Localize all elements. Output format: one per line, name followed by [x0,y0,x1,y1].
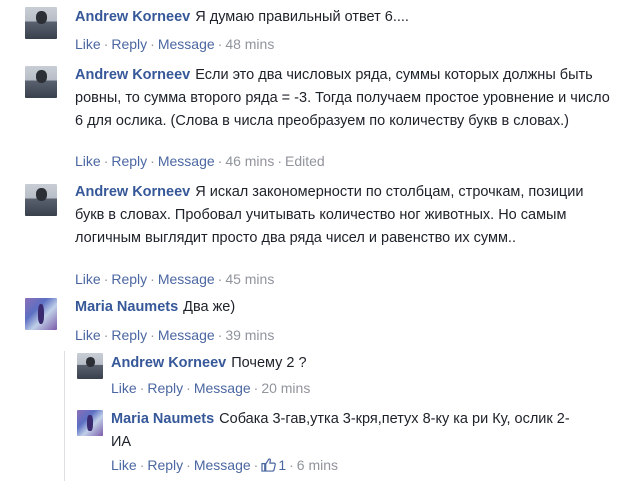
avatar[interactable] [25,184,57,216]
author-name[interactable]: Maria Naumets [111,411,214,427]
message-link[interactable]: Message [194,457,251,473]
author-name[interactable]: Maria Naumets [75,299,178,315]
comment-body: Andrew Korneev Я искал закономерности по … [75,181,610,250]
timestamp[interactable]: 6 mins [297,457,338,473]
comment-actions: Like · Reply · Message · 46 mins · Edited [75,151,325,171]
author-name[interactable]: Andrew Korneev [75,9,190,25]
reply-link[interactable]: Reply [111,327,147,343]
like-link[interactable]: Like [75,36,101,52]
comment-text: Я думаю правильный ответ 6.... [195,9,409,25]
separator: · [186,380,191,396]
comment-body: Maria Naumets Два же) [75,296,610,319]
avatar[interactable] [77,353,103,379]
separator: · [150,36,155,52]
reply-body: Andrew Korneev Почему 2 ? [111,352,611,375]
comment-actions: Like · Reply · Message · 45 mins [75,269,274,289]
reply-link[interactable]: Reply [147,380,183,396]
reply-body: Maria Naumets Собака 3-гав,утка 3-кря,пет… [111,408,591,454]
separator: · [277,153,283,169]
author-name[interactable]: Andrew Korneev [111,355,226,371]
timestamp[interactable]: 45 mins [225,271,274,287]
like-link[interactable]: Like [111,457,137,473]
comment-body: Andrew Korneev Я думаю правильный ответ 6… [75,6,625,29]
reply-link[interactable]: Reply [147,457,183,473]
avatar[interactable] [77,410,103,436]
separator: · [103,271,109,287]
reply-actions: Like · Reply · Message · 20 mins [111,378,310,398]
avatar[interactable] [25,66,57,98]
timestamp[interactable]: 20 mins [261,380,310,396]
like-link[interactable]: Like [75,153,101,169]
like-link[interactable]: Like [75,327,101,343]
author-name[interactable]: Andrew Korneev [75,184,190,200]
timestamp[interactable]: 39 mins [225,327,274,343]
separator: · [253,457,259,473]
message-link[interactable]: Message [158,327,215,343]
author-name[interactable]: Andrew Korneev [75,67,190,83]
message-link[interactable]: Message [158,153,215,169]
separator: · [186,457,191,473]
separator: · [217,36,223,52]
message-link[interactable]: Message [158,36,215,52]
avatar[interactable] [25,298,57,330]
comment-actions: Like · Reply · Message · 39 mins [75,325,274,345]
like-count[interactable]: 1 [261,457,286,473]
comment-body: Andrew Korneev Если это два числовых ряда… [75,64,610,133]
separator: · [289,457,294,473]
separator: · [139,380,145,396]
separator: · [103,327,109,343]
reply-actions: Like · Reply · Message · 1 · 6 mins [111,455,338,475]
like-link[interactable]: Like [75,271,101,287]
like-link[interactable]: Like [111,380,137,396]
edited-label[interactable]: Edited [285,153,325,169]
separator: · [103,153,109,169]
separator: · [217,153,223,169]
reply-link[interactable]: Reply [111,271,147,287]
thumbs-up-icon [261,458,277,472]
comment-actions: Like · Reply · Message · 48 mins [75,34,274,54]
separator: · [253,380,259,396]
separator: · [103,36,109,52]
separator: · [139,457,145,473]
timestamp[interactable]: 48 mins [225,36,274,52]
separator: · [217,271,223,287]
avatar[interactable] [25,7,57,39]
separator: · [150,271,155,287]
timestamp[interactable]: 46 mins [225,153,274,169]
message-link[interactable]: Message [194,380,251,396]
message-link[interactable]: Message [158,271,215,287]
separator: · [150,327,155,343]
reply-link[interactable]: Reply [111,153,147,169]
like-count-value[interactable]: 1 [278,457,286,473]
reply-text: Почему 2 ? [231,355,307,371]
comment-text: Два же) [183,299,236,315]
reply-link[interactable]: Reply [111,36,147,52]
separator: · [217,327,223,343]
separator: · [150,153,155,169]
reply-thread-line [64,351,65,481]
